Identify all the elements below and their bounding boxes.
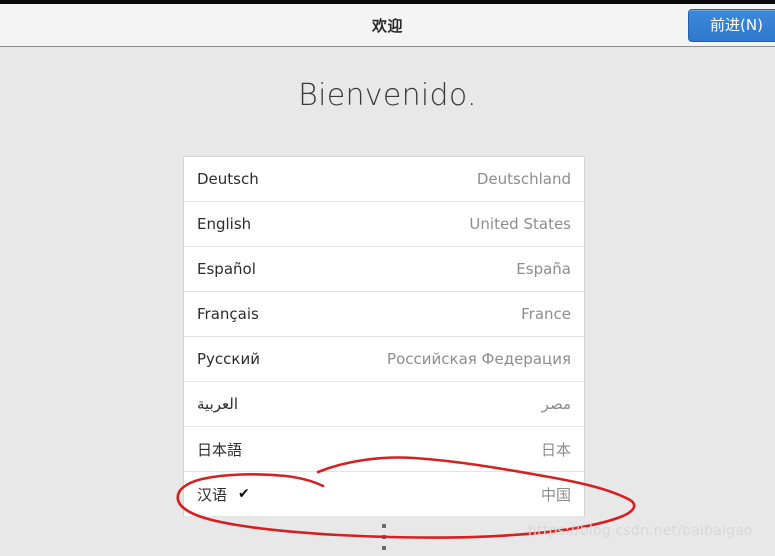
language-country: مصر bbox=[541, 395, 571, 413]
language-country: Deutschland bbox=[476, 170, 571, 188]
more-vertical-dots-icon[interactable] bbox=[378, 524, 390, 550]
language-name: English bbox=[197, 215, 252, 233]
list-item[interactable]: Deutsch Deutschland bbox=[184, 157, 584, 202]
language-country: 日本 bbox=[540, 440, 571, 459]
list-item[interactable]: العربية مصر bbox=[184, 382, 584, 427]
welcome-heading: Bienvenido. bbox=[298, 78, 477, 113]
list-item[interactable]: Русский Российская Федерация bbox=[184, 337, 584, 382]
language-name: Русский bbox=[197, 350, 260, 368]
language-country: 中国 bbox=[540, 485, 571, 504]
language-label-group: 日本語 bbox=[197, 439, 242, 460]
language-label-group: Русский bbox=[197, 350, 260, 368]
language-name: العربية bbox=[197, 395, 238, 413]
list-item[interactable]: 日本語 日本 bbox=[184, 427, 584, 472]
language-country: España bbox=[516, 260, 571, 278]
language-label-group: Español bbox=[197, 260, 256, 278]
list-item-selected[interactable]: 汉语 ✔ 中国 bbox=[184, 472, 584, 517]
list-item[interactable]: English United States bbox=[184, 202, 584, 247]
language-name: Français bbox=[197, 305, 259, 323]
language-label-group: Français bbox=[197, 305, 259, 323]
dot bbox=[382, 535, 386, 539]
language-list: Deutsch Deutschland English United State… bbox=[183, 156, 585, 517]
header-bar: 欢迎 前进(N) bbox=[0, 4, 775, 47]
language-label-group: English bbox=[197, 215, 251, 233]
page-title: 欢迎 bbox=[371, 17, 403, 35]
list-item[interactable]: Español España bbox=[184, 247, 584, 292]
language-name: 汉语 bbox=[197, 485, 228, 504]
next-button[interactable]: 前进(N) bbox=[688, 9, 775, 42]
language-name: Español bbox=[197, 260, 256, 278]
dot bbox=[382, 524, 386, 528]
watermark: https://blog.csdn.net/baibaigao bbox=[528, 523, 753, 539]
language-label-group: Deutsch bbox=[197, 170, 259, 188]
list-item[interactable]: Français France bbox=[184, 292, 584, 337]
dot bbox=[382, 546, 386, 550]
language-country: United States bbox=[469, 215, 571, 233]
language-country: France bbox=[521, 305, 571, 323]
language-name: Deutsch bbox=[197, 170, 259, 188]
language-name: 日本語 bbox=[197, 440, 243, 459]
language-label-group: 汉语 ✔ bbox=[197, 484, 250, 505]
check-icon: ✔ bbox=[238, 486, 250, 502]
language-label-group: العربية bbox=[197, 395, 238, 413]
language-country: Российская Федерация bbox=[387, 350, 571, 368]
